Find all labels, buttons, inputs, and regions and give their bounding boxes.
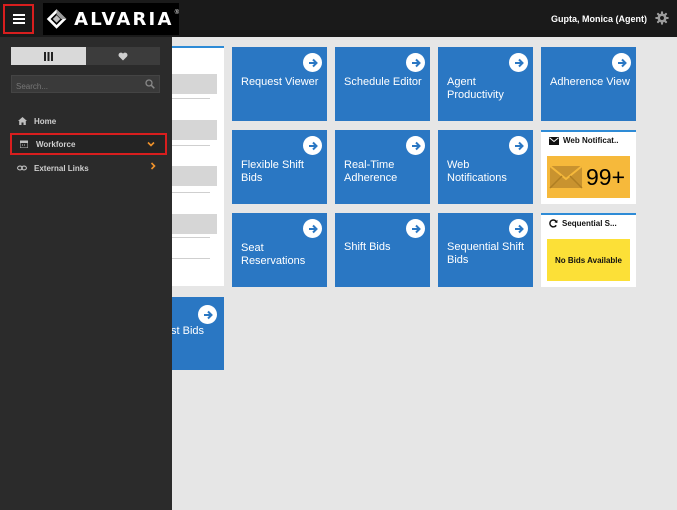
- alvaria-logo[interactable]: ALVARIA ®: [43, 3, 179, 35]
- tile-label: Seat Reservations: [241, 242, 306, 267]
- arrow-right-icon: [198, 305, 217, 324]
- sidebar-view-toggle: [11, 47, 160, 65]
- favorites-view-button[interactable]: [85, 47, 160, 65]
- divider: [172, 258, 210, 259]
- no-bids-message: No Bids Available: [547, 239, 630, 281]
- list-row: [172, 74, 217, 94]
- divider: [172, 237, 210, 238]
- widget-sequential-shift-bids[interactable]: Sequential S... No Bids Available: [541, 213, 636, 287]
- arrow-right-icon: [509, 219, 528, 238]
- tile-shift-bids[interactable]: Shift Bids: [335, 213, 430, 287]
- widget-title: Sequential S...: [549, 219, 617, 228]
- top-bar: ALVARIA ® Gupta, Monica (Agent): [0, 0, 677, 37]
- gear-icon[interactable]: [655, 11, 669, 25]
- widget-title-text: Sequential S...: [562, 219, 617, 228]
- notification-count: 99+: [586, 163, 626, 190]
- tile-partial-bids[interactable]: st Bids: [171, 297, 224, 370]
- tile-label: Flexible Shift Bids: [241, 159, 304, 184]
- columns-view-button[interactable]: [11, 47, 86, 65]
- arrow-right-icon: [509, 136, 528, 155]
- tile-label: Sequential Shift Bids: [447, 241, 525, 266]
- tile-adherence-view[interactable]: Adherence View: [541, 47, 636, 121]
- sidebar-item-label: Workforce: [36, 139, 76, 149]
- recent-list-panel: [172, 46, 224, 286]
- list-row: [172, 120, 217, 140]
- sidebar-item-home[interactable]: Home: [10, 110, 167, 132]
- divider: [172, 192, 210, 193]
- logo-text: ALVARIA: [74, 8, 174, 30]
- widget-title-text: Web Notificat..: [563, 136, 619, 145]
- sidebar-item-external-links[interactable]: External Links: [10, 157, 167, 179]
- arrow-right-icon: [303, 219, 322, 238]
- widget-title: Web Notificat..: [549, 136, 618, 145]
- tile-label: Schedule Editor: [344, 76, 422, 88]
- tile-label: Adherence View: [550, 76, 630, 88]
- tile-label: Web Notifications: [447, 159, 507, 184]
- arrow-right-icon: [406, 219, 425, 238]
- chevron-right-icon: [150, 162, 156, 170]
- registered-mark: ®: [174, 10, 179, 16]
- widget-web-notifications[interactable]: Web Notificat.. 99+: [541, 130, 636, 204]
- tile-seat-reservations[interactable]: Seat Reservations: [232, 213, 327, 287]
- sidebar: Home Workforce External Links: [0, 37, 172, 510]
- home-icon: [17, 117, 27, 125]
- refresh-icon: [549, 219, 558, 228]
- chevron-down-icon: [147, 141, 155, 147]
- heart-icon: [118, 52, 128, 60]
- arrow-right-icon: [406, 136, 425, 155]
- search-input[interactable]: [12, 78, 137, 95]
- notification-count-box[interactable]: 99+: [547, 156, 630, 198]
- link-icon: [17, 165, 27, 171]
- hamburger-icon: [12, 14, 25, 24]
- tile-sequential-shift-bids[interactable]: Sequential Shift Bids: [438, 213, 533, 287]
- arrow-right-icon: [612, 53, 631, 72]
- tile-request-viewer[interactable]: Request Viewer: [232, 47, 327, 121]
- menu-button[interactable]: [3, 4, 34, 34]
- tile-flexible-shift-bids[interactable]: Flexible Shift Bids: [232, 130, 327, 204]
- envelope-icon: [549, 136, 559, 145]
- tile-schedule-editor[interactable]: Schedule Editor: [335, 47, 430, 121]
- columns-icon: [43, 51, 53, 61]
- tile-agent-productivity[interactable]: Agent Productivity: [438, 47, 533, 121]
- logo-mark-icon: [46, 9, 67, 29]
- arrow-right-icon: [303, 136, 322, 155]
- envelope-icon: [549, 165, 583, 189]
- search-icon[interactable]: [145, 79, 155, 89]
- sidebar-item-workforce[interactable]: Workforce: [10, 133, 167, 155]
- tile-label: Shift Bids: [344, 241, 391, 253]
- divider: [172, 145, 210, 146]
- list-row: [172, 166, 217, 186]
- tile-real-time-adherence[interactable]: Real-Time Adherence: [335, 130, 430, 204]
- tile-label: st Bids: [171, 325, 205, 337]
- sidebar-search: [11, 75, 160, 95]
- calendar-icon: [19, 140, 29, 148]
- user-name[interactable]: Gupta, Monica (Agent): [551, 14, 647, 24]
- list-row: [172, 214, 217, 234]
- tile-label: Request Viewer: [241, 76, 319, 88]
- arrow-right-icon: [406, 53, 425, 72]
- sidebar-item-label: Home: [34, 116, 57, 126]
- tile-web-notifications[interactable]: Web Notifications: [438, 130, 533, 204]
- arrow-right-icon: [303, 53, 322, 72]
- tile-label: Agent Productivity: [447, 76, 504, 101]
- arrow-right-icon: [509, 53, 528, 72]
- divider: [172, 98, 210, 99]
- sidebar-item-label: External Links: [34, 163, 89, 173]
- tile-label: Real-Time Adherence: [344, 159, 398, 184]
